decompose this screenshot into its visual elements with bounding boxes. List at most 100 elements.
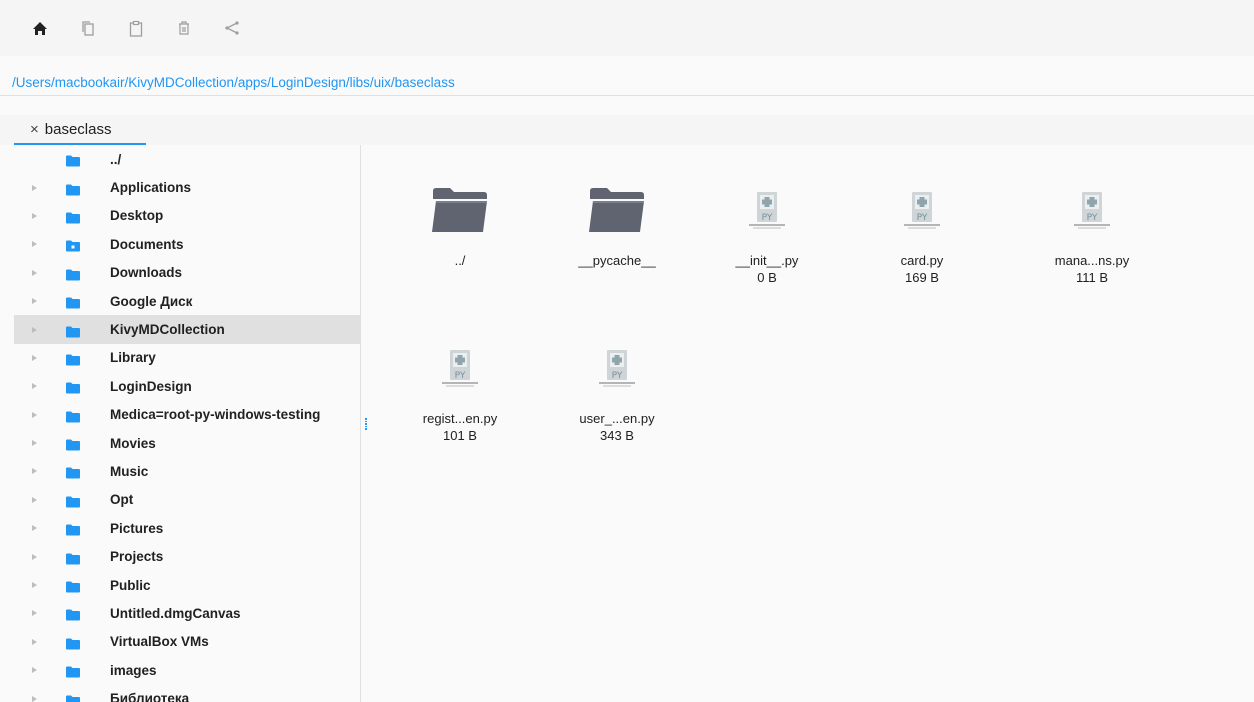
tree-item-label: Pictures (110, 520, 164, 536)
file-size: 343 B (600, 428, 634, 443)
python-file-icon: PY (595, 333, 639, 391)
tree-item-label: Public (110, 577, 151, 593)
expand-arrow-icon[interactable] (32, 468, 37, 475)
tree-item-label: images (110, 662, 157, 678)
svg-text:PY: PY (762, 213, 773, 223)
home-icon[interactable] (30, 16, 50, 40)
tree-item-label: Medica=root-py-windows-testing (110, 407, 321, 423)
expand-arrow-icon[interactable] (32, 269, 37, 276)
folder-item[interactable]: ../ (400, 175, 520, 270)
folder-icon (66, 665, 80, 678)
expand-arrow-icon[interactable] (32, 354, 37, 361)
share-icon[interactable] (222, 16, 242, 40)
tree-item-label: VirtualBox VMs (110, 634, 209, 650)
tree-item[interactable]: Projects (14, 542, 360, 570)
tree-item-label: Applications (110, 180, 192, 196)
tree-item[interactable]: Applications (14, 173, 360, 201)
file-item[interactable]: PY user_...en.py 343 B (557, 333, 677, 443)
folder-icon (66, 381, 80, 394)
tree-item-label: Google Диск (110, 293, 193, 309)
file-item[interactable]: PY card.py 169 B (862, 175, 982, 285)
folder-icon (66, 154, 80, 167)
tab-strip: × baseclass (0, 115, 1254, 145)
file-size: 169 B (905, 270, 939, 285)
expand-arrow-icon[interactable] (32, 638, 37, 645)
expand-arrow-icon[interactable] (32, 610, 37, 617)
tree-item-label: Projects (110, 549, 164, 565)
tree-item-label: LoginDesign (110, 378, 192, 394)
tree-item-label: KivyMDCollection (110, 322, 225, 338)
large-folder-icon (432, 175, 488, 233)
tree-item[interactable]: LoginDesign (14, 372, 360, 400)
file-size: 111 B (1075, 270, 1109, 285)
tree-item-label: Music (110, 463, 149, 479)
folder-icon (66, 324, 80, 338)
copy-icon[interactable] (78, 16, 98, 40)
file-name: card.py (900, 253, 944, 268)
expand-arrow-icon[interactable] (32, 525, 37, 532)
current-path[interactable]: /Users/macbookair/KivyMDCollection/apps/… (12, 75, 455, 90)
expand-arrow-icon[interactable] (32, 496, 37, 503)
file-item[interactable]: PY regist...en.py 101 B (400, 333, 520, 443)
tree-item[interactable]: Pictures (14, 514, 360, 542)
expand-arrow-icon[interactable] (32, 582, 37, 589)
folder-icon (66, 438, 80, 451)
tree-item[interactable]: Library (14, 344, 360, 372)
tree-item[interactable]: Opt (14, 486, 360, 514)
tree-item[interactable]: images (14, 656, 360, 684)
file-size: 101 B (443, 428, 477, 443)
paste-icon[interactable] (126, 16, 146, 40)
svg-text:PY: PY (917, 213, 928, 223)
expand-arrow-icon[interactable] (32, 695, 37, 702)
expand-arrow-icon[interactable] (32, 241, 37, 248)
folder-icon (66, 523, 80, 536)
tree-item[interactable]: Desktop (14, 202, 360, 230)
file-item[interactable]: PY mana...ns.py 111 B (1032, 175, 1152, 285)
file-name: __pycache__ (578, 253, 656, 268)
expand-arrow-icon[interactable] (32, 383, 37, 390)
folder-icon (66, 466, 80, 479)
folder-icon (66, 239, 80, 252)
folder-icon (66, 182, 80, 196)
tree-item[interactable]: Public (14, 571, 360, 599)
close-icon[interactable]: × (30, 121, 39, 138)
tree-item[interactable]: Google Диск (14, 287, 360, 315)
tree-item[interactable]: Библиотека (14, 684, 360, 702)
tree-item[interactable]: Untitled.dmgCanvas (14, 599, 360, 627)
file-grid: ../ __pycache__ PY __init__.py 0 B PY card.py 1… (362, 145, 1254, 702)
tree-item-label: Library (110, 350, 156, 366)
tree-item[interactable]: Downloads (14, 259, 360, 287)
folder-item[interactable]: __pycache__ (557, 175, 677, 270)
expand-arrow-icon[interactable] (32, 298, 37, 305)
expand-arrow-icon[interactable] (32, 553, 37, 560)
python-file-icon: PY (1070, 175, 1114, 233)
python-file-icon: PY (438, 333, 482, 391)
tree-item[interactable]: Medica=root-py-windows-testing (14, 401, 360, 429)
expand-arrow-icon[interactable] (32, 411, 37, 418)
tab-baseclass[interactable]: × baseclass (14, 115, 146, 145)
tree-item[interactable]: VirtualBox VMs (14, 628, 360, 656)
tree-item-label: Downloads (110, 265, 183, 281)
expand-arrow-icon[interactable] (32, 212, 37, 219)
expand-arrow-icon[interactable] (32, 184, 37, 191)
expand-arrow-icon[interactable] (32, 326, 37, 333)
expand-arrow-icon[interactable] (32, 440, 37, 447)
folder-icon (66, 580, 80, 593)
tree-item[interactable]: KivyMDCollection (14, 315, 360, 344)
tree-item[interactable]: ../ (14, 145, 360, 173)
svg-text:PY: PY (1087, 213, 1098, 223)
tree-item[interactable]: Movies (14, 429, 360, 457)
tree-item-label: Untitled.dmgCanvas (110, 605, 241, 621)
delete-icon[interactable] (174, 16, 194, 40)
file-item[interactable]: PY __init__.py 0 B (707, 175, 827, 285)
svg-text:PY: PY (455, 371, 466, 381)
file-name: user_...en.py (579, 411, 655, 426)
expand-arrow-icon[interactable] (32, 667, 37, 674)
folder-icon (66, 267, 80, 281)
tree-item-label: Библиотека (110, 691, 190, 702)
tree-item[interactable]: Documents (14, 230, 360, 258)
folder-icon (66, 551, 80, 565)
file-size: 0 B (757, 270, 777, 285)
tree-item[interactable]: Music (14, 457, 360, 485)
folder-icon (66, 693, 80, 702)
